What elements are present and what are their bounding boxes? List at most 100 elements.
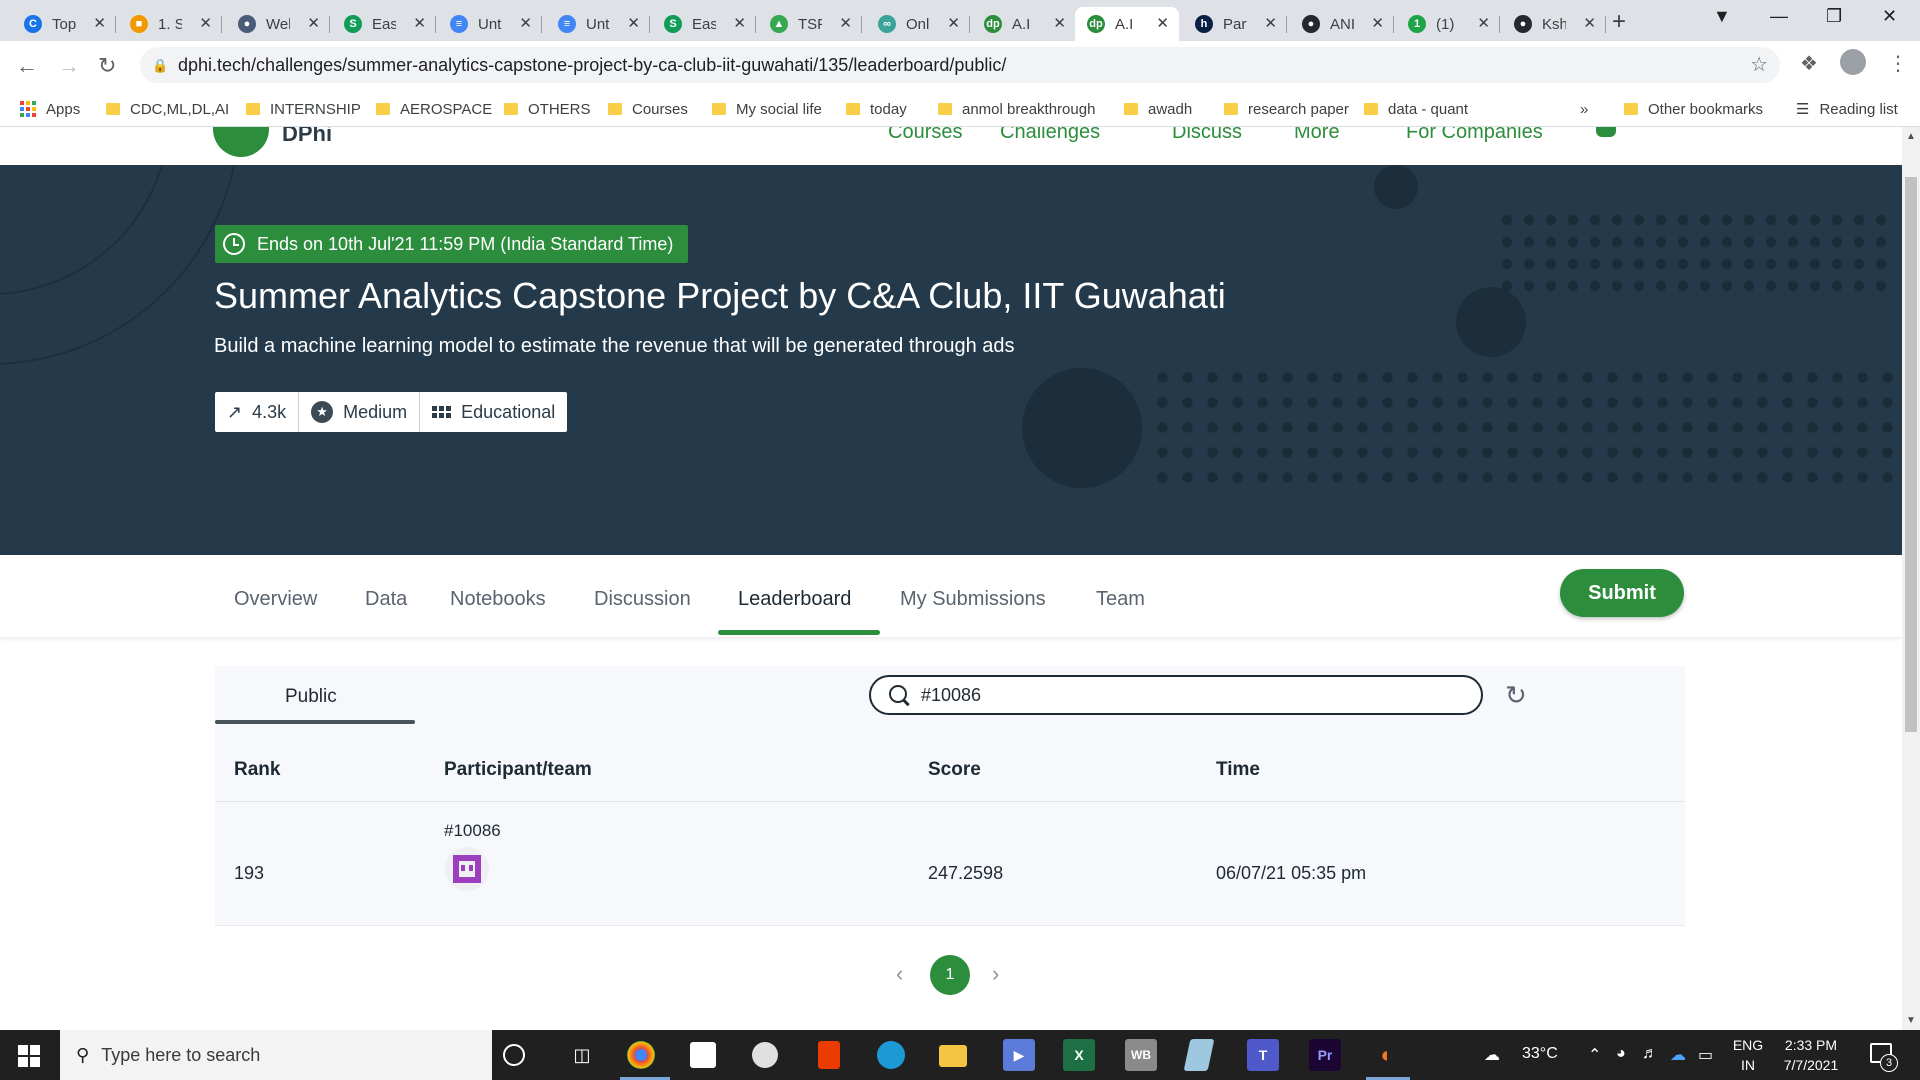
next-page-icon[interactable]: › — [992, 961, 999, 987]
minimize-icon[interactable]: — — [1770, 6, 1788, 27]
nav-discuss[interactable]: Discuss — [1172, 127, 1242, 144]
bookmark-star-icon[interactable]: ☆ — [1750, 52, 1768, 77]
browser-tab[interactable]: ≡ Unt ✕ — [546, 7, 650, 41]
menu-icon[interactable]: ⋮ — [1888, 51, 1908, 76]
submit-button[interactable]: Submit — [1560, 569, 1684, 617]
refresh-icon[interactable]: ↻ — [1505, 680, 1527, 711]
tab-data[interactable]: Data — [365, 588, 407, 611]
tab-close-icon[interactable]: ✕ — [1583, 14, 1596, 32]
file-explorer-icon[interactable] — [939, 1045, 967, 1067]
wifi-icon[interactable]: ◕ — [1616, 1045, 1626, 1063]
tab-public[interactable]: Public — [285, 686, 337, 708]
forward-icon[interactable]: → — [58, 53, 80, 79]
browser-tab[interactable]: 1 (1) ✕ — [1396, 7, 1500, 41]
tab-close-icon[interactable]: ✕ — [947, 14, 960, 32]
jupyter-icon[interactable]: ◐ — [1371, 1039, 1403, 1071]
tab-my-submissions[interactable]: My Submissions — [900, 588, 1046, 611]
browser-tab[interactable]: ■ 1. S ✕ — [118, 7, 222, 41]
edge-icon[interactable] — [877, 1041, 905, 1069]
browser-tab[interactable]: ▲ TSF ✕ — [758, 7, 862, 41]
tab-close-icon[interactable]: ✕ — [733, 14, 746, 32]
task-view-icon[interactable]: ◫ — [566, 1039, 598, 1071]
browser-tab[interactable]: ∞ Onl ✕ — [866, 7, 970, 41]
bookmark-folder[interactable]: research paper — [1224, 91, 1349, 127]
maximize-icon[interactable]: ❐ — [1826, 6, 1842, 27]
new-tab-button[interactable]: + — [1612, 8, 1626, 36]
user-icon[interactable] — [1596, 127, 1616, 137]
taskbar-search-box[interactable]: ⚲ Type here to search — [60, 1030, 492, 1080]
tab-close-icon[interactable]: ✕ — [839, 14, 852, 32]
tab-close-icon[interactable]: ✕ — [1053, 14, 1066, 32]
tab-close-icon[interactable]: ✕ — [307, 14, 320, 32]
leaderboard-search-input[interactable]: #10086 — [869, 675, 1483, 715]
close-window-icon[interactable]: ✕ — [1882, 6, 1897, 27]
teams-icon[interactable]: T — [1247, 1039, 1279, 1071]
page-number-button[interactable]: 1 — [930, 955, 970, 995]
team-avatar[interactable] — [445, 847, 489, 891]
battery-icon[interactable]: ▭ — [1698, 1045, 1713, 1065]
site-logo-text[interactable]: DPhi — [282, 127, 332, 147]
system-clock[interactable]: 2:33 PM 7/7/2021 — [1776, 1035, 1846, 1075]
volume-icon[interactable]: ♬ — [1642, 1045, 1658, 1063]
browser-tab[interactable]: S Easy ✕ — [652, 7, 756, 41]
chrome-icon[interactable] — [627, 1041, 655, 1069]
bookmark-folder[interactable]: OTHERS — [504, 91, 591, 127]
dphi-logo-icon[interactable] — [213, 127, 269, 157]
reload-icon[interactable]: ↻ — [98, 53, 116, 79]
tab-close-icon[interactable]: ✕ — [199, 14, 212, 32]
bookmark-other[interactable]: Other bookmarks — [1624, 91, 1763, 127]
bookmark-apps[interactable]: Apps — [20, 91, 80, 127]
back-icon[interactable]: ← — [16, 53, 38, 79]
browser-tab[interactable]: S Easy ✕ — [332, 7, 436, 41]
bookmark-folder[interactable]: CDC,ML,DL,AI — [106, 91, 229, 127]
bookmark-folder[interactable]: anmol breakthrough — [938, 91, 1095, 127]
tab-search-icon[interactable]: ▼ — [1713, 6, 1731, 27]
tab-close-icon[interactable]: ✕ — [1264, 14, 1277, 32]
tab-notebooks[interactable]: Notebooks — [450, 588, 546, 611]
cortana-icon[interactable] — [503, 1044, 525, 1066]
nav-challenges[interactable]: Challenges — [1000, 127, 1100, 144]
temperature-text[interactable]: 33°C — [1522, 1045, 1558, 1063]
browser-tab[interactable]: ● Ksh ✕ — [1502, 7, 1606, 41]
tray-chevron-icon[interactable]: ⌃ — [1588, 1045, 1601, 1065]
premiere-icon[interactable]: Pr — [1309, 1039, 1341, 1071]
notes-icon[interactable] — [1183, 1039, 1215, 1071]
scroll-down-icon[interactable]: ▼ — [1906, 1015, 1916, 1026]
browser-tab[interactable]: ≡ Unt ✕ — [438, 7, 542, 41]
onedrive-icon[interactable]: ☁ — [1670, 1045, 1686, 1065]
bookmark-folder[interactable]: today — [846, 91, 907, 127]
bookmark-folder[interactable]: Courses — [608, 91, 688, 127]
row-team[interactable]: #10086 — [444, 821, 501, 841]
bookmark-folder[interactable]: AEROSPACE — [376, 91, 492, 127]
browser-tab[interactable]: ● ANI ✕ — [1290, 7, 1394, 41]
browser-tab[interactable]: h Part ✕ — [1183, 7, 1287, 41]
tab-team[interactable]: Team — [1096, 588, 1145, 611]
nav-courses[interactable]: Courses — [888, 127, 962, 144]
tab-close-icon[interactable]: ✕ — [1371, 14, 1384, 32]
office-icon[interactable] — [818, 1041, 840, 1069]
tab-close-icon[interactable]: ✕ — [93, 14, 106, 32]
nav-more[interactable]: More — [1294, 127, 1340, 144]
excel-icon[interactable]: X — [1063, 1039, 1095, 1071]
profile-avatar[interactable] — [1840, 49, 1866, 75]
bookmark-folder[interactable]: awadh — [1124, 91, 1192, 127]
whiteboard-icon[interactable]: WB — [1125, 1039, 1157, 1071]
tab-close-icon[interactable]: ✕ — [1156, 14, 1169, 32]
language-indicator[interactable]: ENG IN — [1730, 1035, 1766, 1075]
search-value[interactable]: #10086 — [921, 685, 981, 706]
scrollbar-thumb[interactable] — [1905, 177, 1917, 732]
bookmark-folder[interactable]: data - quant — [1364, 91, 1468, 127]
bookmark-folder[interactable]: INTERNSHIP — [246, 91, 361, 127]
paint-icon[interactable] — [752, 1042, 778, 1068]
weather-icon[interactable]: ☁ — [1484, 1045, 1500, 1065]
bookmarks-overflow-icon[interactable]: » — [1580, 91, 1588, 127]
url-text[interactable]: dphi.tech/challenges/summer-analytics-ca… — [178, 55, 1006, 76]
browser-tab[interactable]: C Top ✕ — [12, 7, 116, 41]
tab-close-icon[interactable]: ✕ — [413, 14, 426, 32]
prev-page-icon[interactable]: ‹ — [896, 961, 903, 987]
tab-close-icon[interactable]: ✕ — [1477, 14, 1490, 32]
tab-overview[interactable]: Overview — [234, 588, 317, 611]
browser-tab[interactable]: dp A.I ✕ — [1075, 7, 1179, 41]
store-icon[interactable] — [690, 1042, 716, 1068]
nav-for-companies[interactable]: For Companies — [1406, 127, 1543, 144]
